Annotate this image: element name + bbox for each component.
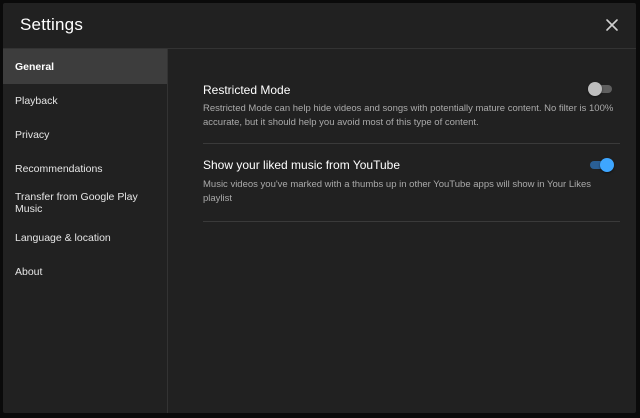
sidebar-item-general[interactable]: General — [3, 49, 167, 84]
sidebar-item-label: Transfer from Google Play Music — [15, 191, 138, 215]
sidebar-item-label: About — [15, 266, 43, 278]
settings-dialog: Settings General Playback Privacy Recomm… — [3, 3, 636, 413]
sidebar-item-label: Recommendations — [15, 162, 103, 175]
setting-title: Show your liked music from YouTube — [203, 158, 400, 172]
sidebar-item-transfer[interactable]: Transfer from Google Play Music — [3, 185, 153, 221]
sidebar-item-label: Language & location — [15, 232, 111, 244]
close-icon — [606, 19, 618, 31]
close-button[interactable] — [602, 15, 622, 35]
setting-restricted-mode: Restricted Mode Restricted Mode can help… — [203, 77, 620, 144]
setting-description: Restricted Mode can help hide videos and… — [203, 103, 614, 128]
liked-music-toggle[interactable] — [588, 158, 614, 172]
sidebar-item-label: Privacy — [15, 129, 50, 141]
sidebar-item-language-location[interactable]: Language & location — [3, 221, 167, 255]
sidebar-item-privacy[interactable]: Privacy — [3, 118, 167, 152]
sidebar-item-label: General — [15, 60, 55, 73]
dialog-title: Settings — [20, 15, 84, 34]
setting-description: Music videos you've marked with a thumbs… — [203, 179, 592, 204]
sidebar-item-about[interactable]: About — [3, 255, 167, 289]
sidebar-item-label: Playback — [15, 95, 58, 107]
setting-liked-music: Show your liked music from YouTube Music… — [203, 144, 620, 222]
sidebar-item-playback[interactable]: Playback — [3, 84, 167, 118]
settings-sidebar: General Playback Privacy Recommendations… — [3, 49, 168, 413]
restricted-mode-toggle[interactable] — [588, 82, 614, 96]
sidebar-item-recommendations[interactable]: Recommendations — [3, 152, 167, 185]
dialog-header: Settings — [3, 3, 636, 49]
setting-title: Restricted Mode — [203, 83, 291, 97]
